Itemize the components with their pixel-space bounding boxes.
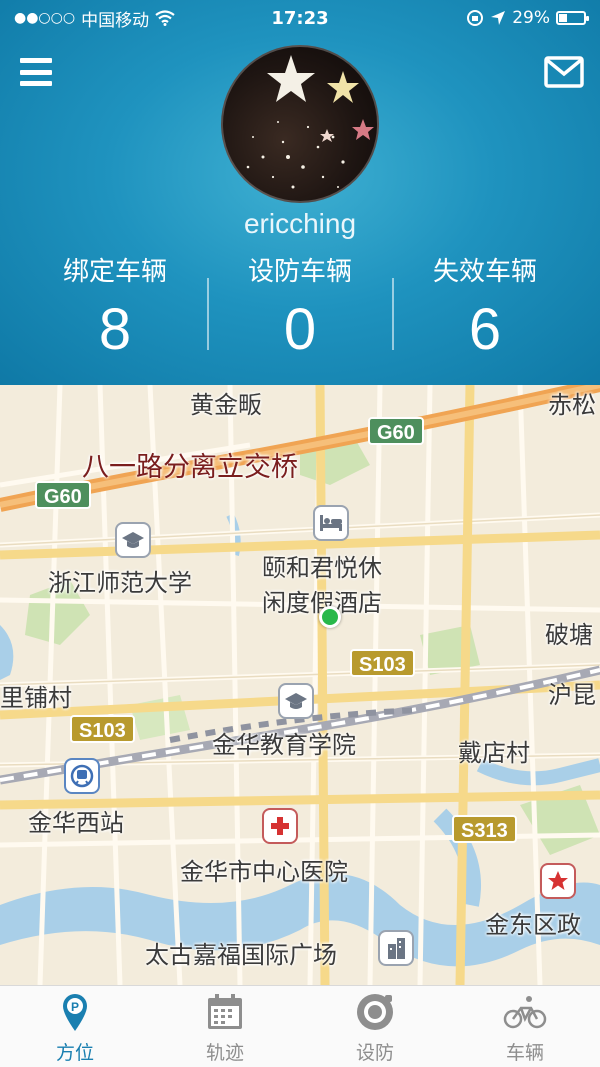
hospital-icon[interactable]: [262, 808, 298, 844]
map-label: 颐和君悦休: [262, 554, 382, 582]
current-location-marker[interactable]: [319, 606, 341, 628]
stat-armed-vehicles[interactable]: 设防车辆 0: [200, 255, 400, 365]
map-label: 沪昆: [548, 681, 596, 709]
menu-bar: [20, 58, 52, 63]
tab-label: 方位: [55, 1042, 94, 1064]
map-label: 赤松: [548, 391, 596, 419]
avatar[interactable]: [221, 45, 379, 203]
map-label: 里铺村: [0, 684, 72, 712]
svg-text:P: P: [71, 1000, 79, 1014]
highway-shield: S103: [70, 715, 135, 743]
avatar-stars-image: [246, 55, 374, 189]
map-label: 破塘: [545, 621, 593, 649]
highway-shield: G60: [35, 481, 91, 509]
battery-icon: [556, 11, 589, 25]
wifi-icon: [155, 10, 175, 26]
map-label: 金华市中心医院: [180, 858, 348, 886]
tab-bar: P 方位 轨迹 设防 车辆: [0, 985, 600, 1067]
tab-vehicles[interactable]: 车辆: [450, 986, 600, 1067]
signal-strength: ●●○○○: [14, 10, 76, 26]
map-label: 黄金畈: [190, 391, 262, 419]
location-arrow-icon: [491, 11, 506, 25]
map-view[interactable]: 黄金畈 赤松 八一路分离立交桥 浙江师范大学 颐和君悦休 闲度假酒店 破塘 里铺…: [0, 385, 600, 985]
train-station-icon[interactable]: [64, 758, 100, 794]
highway-shield: S313: [452, 815, 517, 843]
stat-label: 设防车辆: [247, 257, 352, 287]
map-label: 金华西站: [28, 809, 124, 837]
map-label: 金东区政: [485, 911, 581, 939]
menu-bar: [20, 69, 52, 75]
bicycle-icon: [503, 992, 547, 1032]
stat-label: 绑定车辆: [62, 257, 167, 287]
building-icon[interactable]: [378, 930, 414, 966]
tab-label: 设防: [355, 1042, 394, 1064]
school-icon[interactable]: [115, 522, 151, 558]
battery-percent: 29%: [512, 8, 550, 28]
profile-header: ●●○○○ 中国移动 17:23 29% ericching 绑定车辆 8 设防…: [0, 0, 600, 385]
tab-track[interactable]: 轨迹: [150, 986, 300, 1067]
calendar-icon: [203, 992, 247, 1032]
stat-label: 失效车辆: [432, 257, 537, 287]
government-icon[interactable]: [540, 863, 576, 899]
tab-label: 轨迹: [205, 1042, 244, 1064]
status-bar: ●●○○○ 中国移动 17:23 29%: [0, 0, 600, 36]
stat-invalid-vehicles[interactable]: 失效车辆 6: [385, 255, 585, 365]
menu-bar: [20, 81, 52, 86]
map-label: 浙江师范大学: [48, 569, 192, 597]
stat-value: 6: [468, 297, 502, 362]
stat-bound-vehicles[interactable]: 绑定车辆 8: [15, 255, 215, 365]
tab-arm[interactable]: 设防: [300, 986, 450, 1067]
battery-fill: [559, 14, 567, 22]
status-bar-right: 29%: [466, 8, 589, 28]
tab-location[interactable]: P 方位: [0, 986, 150, 1067]
rotation-lock-icon: [467, 10, 484, 26]
status-bar-left: ●●○○○ 中国移动: [14, 6, 175, 31]
location-pin-icon: P: [53, 992, 97, 1032]
lock-dial-icon: [353, 992, 397, 1032]
menu-button[interactable]: [20, 58, 52, 86]
stat-value: 8: [98, 297, 132, 362]
stat-value: 0: [283, 297, 317, 362]
mail-icon[interactable]: [544, 56, 584, 88]
hotel-icon[interactable]: [313, 505, 349, 541]
carrier-name: 中国移动: [81, 10, 150, 31]
highway-shield: S103: [350, 649, 415, 677]
highway-shield: G60: [368, 417, 424, 445]
map-label: 金华教育学院: [212, 731, 356, 759]
map-label: 八一路分离立交桥: [82, 452, 298, 483]
map-label: 太古嘉福国际广场: [145, 941, 337, 969]
tab-label: 车辆: [505, 1042, 544, 1064]
map-label: 戴店村: [458, 739, 530, 767]
username: ericching: [243, 208, 357, 239]
school-icon[interactable]: [278, 683, 314, 719]
